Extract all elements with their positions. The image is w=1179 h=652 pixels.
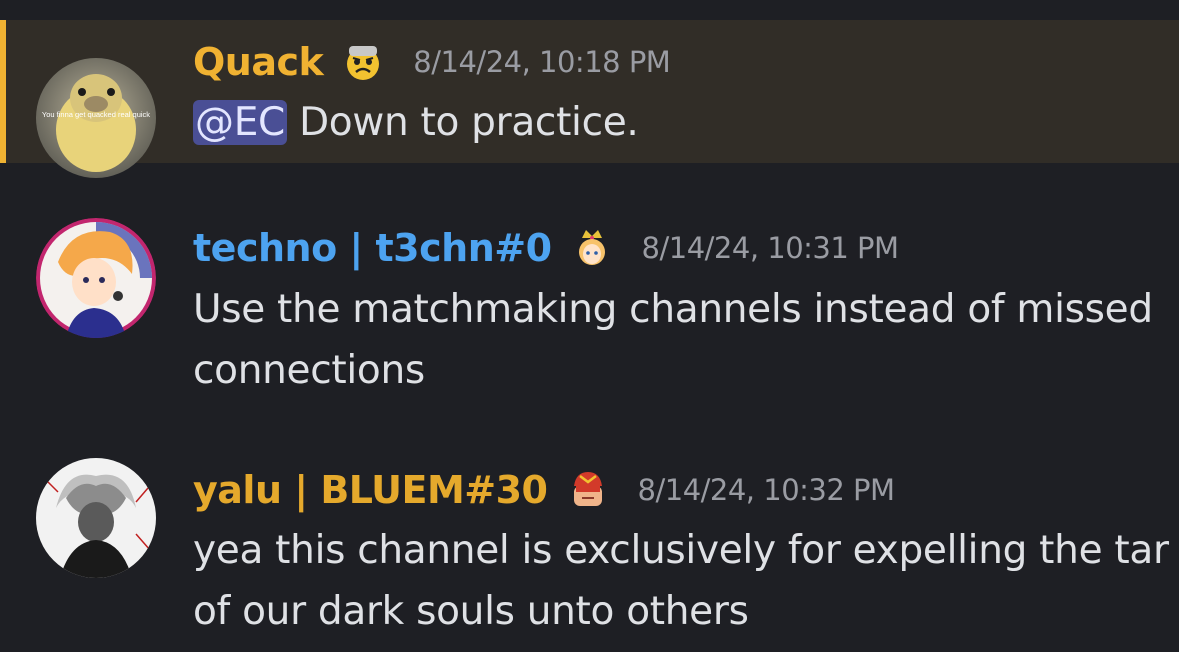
author-name[interactable]: Quack <box>193 40 324 84</box>
avatar[interactable] <box>36 458 156 578</box>
author-name[interactable]: techno | t3chn#0 <box>193 226 552 270</box>
message-item[interactable]: yalu | BLUEM#30 8/14/24, 10:32 PM yea th… <box>0 440 1179 652</box>
princess-peach-badge-icon <box>570 226 614 270</box>
message-header: techno | t3chn#0 8/14/24, 10:31 PM <box>193 223 899 273</box>
message-content: @EC Down to practice. <box>193 92 639 154</box>
message-timestamp[interactable]: 8/14/24, 10:32 PM <box>638 473 896 507</box>
avatar-caption: You finna get quacked real quick <box>42 110 150 119</box>
message-line: connections <box>193 348 425 393</box>
message-timestamp[interactable]: 8/14/24, 10:18 PM <box>413 45 671 79</box>
message-content: yea this channel is exclusively for expe… <box>193 520 1169 642</box>
message-line: yea this channel is exclusively for expe… <box>193 528 1169 573</box>
message-header: Quack 8/14/24, 10:18 PM <box>193 37 671 87</box>
message-item[interactable]: You finna get quacked real quick Quack 8… <box>0 20 1179 178</box>
message-timestamp[interactable]: 8/14/24, 10:31 PM <box>642 231 900 265</box>
angry-face-badge-icon <box>341 40 385 84</box>
message-header: yalu | BLUEM#30 8/14/24, 10:32 PM <box>193 465 895 515</box>
avatar[interactable] <box>36 218 156 338</box>
author-name[interactable]: yalu | BLUEM#30 <box>193 468 548 512</box>
message-content: Use the matchmaking channels instead of … <box>193 279 1153 401</box>
avatar[interactable]: You finna get quacked real quick <box>36 58 156 178</box>
user-mention[interactable]: @EC <box>193 100 287 145</box>
message-line: Use the matchmaking channels instead of … <box>193 287 1153 332</box>
message-feed: You finna get quacked real quick Quack 8… <box>0 0 1179 652</box>
message-line: of our dark souls unto others <box>193 589 749 634</box>
captain-falcon-badge-icon <box>566 468 610 512</box>
message-item[interactable]: techno | t3chn#0 8/14/24, 10:31 PM Use t… <box>0 196 1179 416</box>
message-text: Down to practice. <box>286 100 639 145</box>
